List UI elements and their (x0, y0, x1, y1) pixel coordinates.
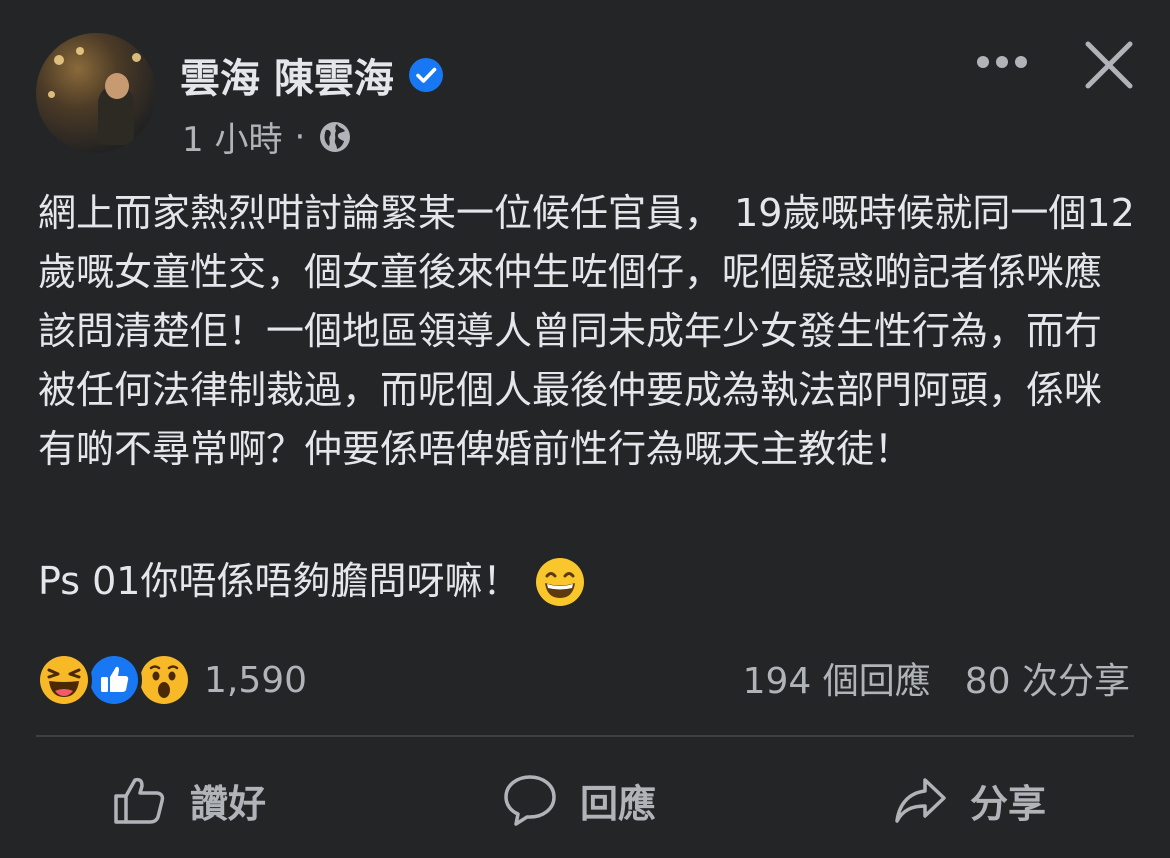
share-button[interactable]: 分享 (892, 760, 1046, 840)
grinning-emoji-icon (536, 557, 585, 606)
post-ps-line: Ps 01你唔係唔夠膽問呀嘛！ (38, 552, 586, 611)
wow-emoji-icon (136, 652, 192, 708)
like-button[interactable]: 讚好 (112, 760, 266, 840)
more-options-button[interactable] (972, 40, 1032, 84)
thumbs-up-icon (114, 777, 165, 824)
author-avatar[interactable] (36, 33, 156, 153)
post-body: 網上而家熱烈咁討論緊某一位候任官員， 19歲嘅時候就同一個12歲嘅女童性交，個女… (38, 191, 1135, 471)
like-label: 讚好 (190, 781, 267, 826)
more-dots-icon (977, 56, 1027, 68)
post-time[interactable]: 1 小時 (182, 112, 282, 161)
avatar-light (54, 55, 64, 65)
post-ps: Ps 01你唔係唔夠膽問呀嘛！ (38, 559, 521, 603)
avatar-light (132, 53, 141, 62)
post-stats: 194 個回應 80 次分享 (743, 652, 1130, 704)
post-actions-bar: 讚好 回應 分享 (0, 760, 1170, 840)
verified-badge-icon (408, 58, 443, 92)
share-label: 分享 (970, 781, 1047, 826)
globe-icon (320, 121, 351, 152)
shares-count-link[interactable]: 80 次分享 (965, 652, 1130, 704)
comment-button[interactable]: 回應 (502, 760, 656, 840)
avatar-light (48, 91, 55, 98)
avatar-face (105, 73, 129, 99)
comments-count-link[interactable]: 194 個回應 (743, 652, 931, 704)
avatar-light (76, 47, 84, 55)
comment-label: 回應 (580, 781, 657, 826)
post-meta: 1 小時 · (182, 112, 353, 161)
close-icon[interactable] (1082, 38, 1136, 92)
author-name-row[interactable]: 雲海 陳雲海 (180, 46, 444, 104)
author-name[interactable]: 雲海 陳雲海 (180, 46, 394, 104)
reactions-summary[interactable]: 1,590 (36, 652, 307, 708)
reaction-count: 1,590 (204, 659, 308, 701)
actions-divider (36, 735, 1134, 737)
meta-separator: · (294, 116, 306, 157)
haha-emoji-icon (36, 652, 92, 708)
comment-bubble-icon (504, 775, 556, 826)
share-arrow-icon (895, 778, 946, 823)
like-icon (86, 652, 142, 708)
